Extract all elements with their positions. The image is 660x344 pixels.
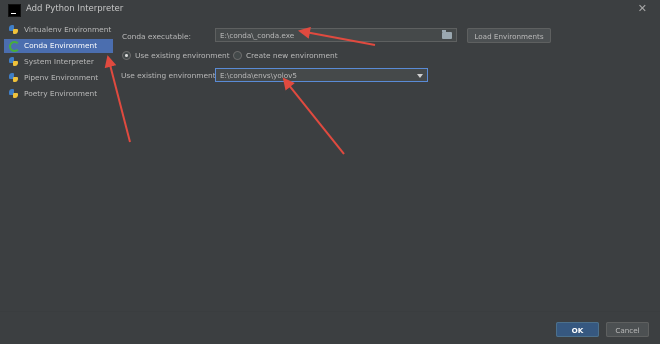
sidebar-item-label: Poetry Environment [24, 89, 98, 98]
interpreter-type-list: Virtualenv Environment Conda Environment… [4, 20, 113, 310]
cancel-button[interactable]: Cancel [606, 322, 649, 337]
pycharm-icon [8, 4, 21, 17]
sidebar-item-poetry[interactable]: Poetry Environment [4, 87, 113, 101]
load-environments-button[interactable]: Load Environments [467, 28, 551, 43]
sidebar-item-label: System Interpreter [24, 57, 94, 66]
window-title: Add Python Interpreter [26, 4, 124, 14]
python-icon [8, 24, 20, 36]
conda-executable-value: E:\conda\_conda.exe [220, 31, 295, 40]
sidebar-item-system[interactable]: System Interpreter [4, 55, 113, 69]
ok-button[interactable]: OK [556, 322, 599, 337]
python-icon [8, 72, 20, 84]
sidebar-item-label: Pipenv Environment [24, 73, 99, 82]
python-icon [8, 56, 20, 68]
existing-environment-value: E:\conda\envs\yolov5 [220, 71, 297, 80]
existing-environment-label: Use existing environment: [121, 71, 219, 80]
conda-executable-field[interactable]: E:\conda\_conda.exe [215, 28, 457, 42]
existing-environment-dropdown[interactable]: E:\conda\envs\yolov5 [215, 68, 428, 82]
sidebar-item-conda[interactable]: Conda Environment [4, 39, 113, 53]
conda-executable-label: Conda executable: [122, 32, 192, 41]
close-icon[interactable]: ✕ [638, 2, 647, 16]
create-new-radio[interactable] [233, 51, 242, 60]
use-existing-radio-label[interactable]: Use existing environment [135, 51, 230, 60]
footer-divider [0, 311, 660, 312]
sidebar-item-virtualenv[interactable]: Virtualenv Environment [4, 23, 113, 37]
folder-icon[interactable] [442, 30, 452, 39]
conda-settings-panel: Conda executable: E:\conda\_conda.exe Lo… [114, 20, 660, 310]
conda-icon [8, 40, 20, 52]
sidebar-item-label: Conda Environment [24, 41, 98, 50]
chevron-down-icon [417, 74, 423, 78]
create-new-radio-label[interactable]: Create new environment [246, 51, 338, 60]
python-icon [8, 88, 20, 100]
sidebar-item-pipenv[interactable]: Pipenv Environment [4, 71, 113, 85]
sidebar-item-label: Virtualenv Environment [24, 25, 112, 34]
title-bar: Add Python Interpreter ✕ [0, 0, 660, 19]
use-existing-radio[interactable] [122, 51, 131, 60]
